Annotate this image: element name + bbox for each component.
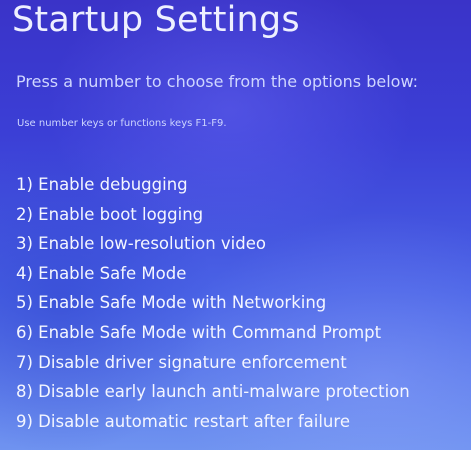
option-safe-mode-networking[interactable]: 5) Enable Safe Mode with Networking — [16, 288, 410, 318]
option-safe-mode-command-prompt[interactable]: 6) Enable Safe Mode with Command Prompt — [16, 318, 410, 348]
startup-settings-screen: Startup Settings Press a number to choos… — [0, 0, 471, 450]
option-enable-boot-logging[interactable]: 2) Enable boot logging — [16, 200, 410, 230]
instruction-text: Press a number to choose from the option… — [16, 72, 419, 91]
option-enable-debugging[interactable]: 1) Enable debugging — [16, 170, 410, 200]
page-title: Startup Settings — [12, 0, 300, 40]
option-disable-automatic-restart[interactable]: 9) Disable automatic restart after failu… — [16, 407, 410, 437]
option-enable-safe-mode[interactable]: 4) Enable Safe Mode — [16, 259, 410, 289]
option-disable-driver-signature[interactable]: 7) Disable driver signature enforcement — [16, 348, 410, 378]
startup-options-list: 1) Enable debugging 2) Enable boot loggi… — [16, 170, 410, 436]
keys-hint: Use number keys or functions keys F1-F9. — [17, 118, 227, 129]
option-disable-early-launch-antimalware[interactable]: 8) Disable early launch anti-malware pro… — [16, 377, 410, 407]
option-enable-low-resolution-video[interactable]: 3) Enable low-resolution video — [16, 229, 410, 259]
